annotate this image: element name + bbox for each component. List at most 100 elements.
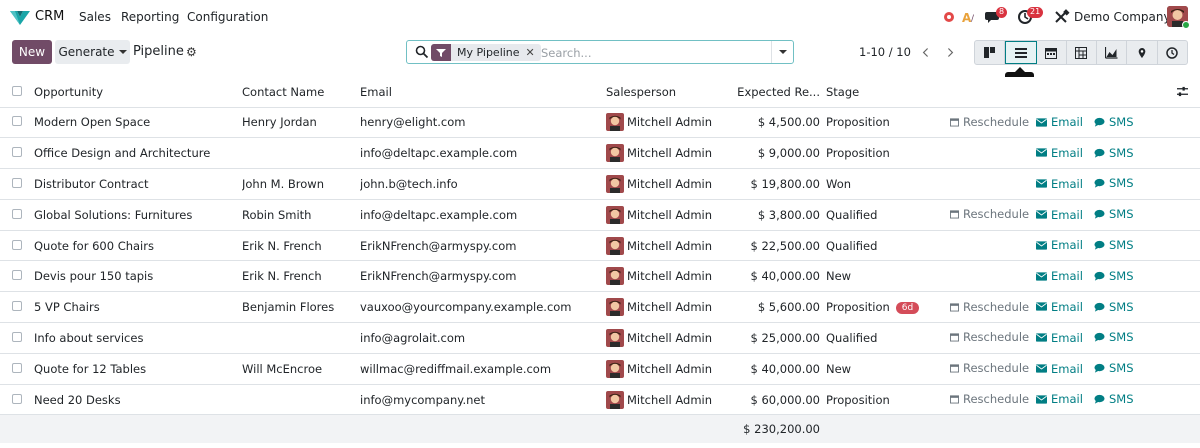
row-checkbox[interactable]: [12, 239, 22, 250]
row-checkbox[interactable]: [12, 116, 22, 127]
ai-icon[interactable]: A /: [961, 9, 979, 25]
cell-opportunity[interactable]: Devis pour 150 tapis: [30, 261, 242, 292]
optional-columns-toggle[interactable]: [1164, 77, 1200, 108]
cell-expected-revenue[interactable]: $ 4,500.00: [736, 107, 826, 138]
cell-stage[interactable]: New: [826, 353, 950, 384]
row-checkbox[interactable]: [12, 301, 22, 312]
cell-email[interactable]: ErikNFrench@armyspy.com: [360, 261, 606, 292]
pager-next-button[interactable]: [938, 40, 962, 64]
table-row[interactable]: Need 20 Desks info@mycompany.net Mitchel…: [0, 384, 1200, 415]
view-map-button[interactable]: [1127, 41, 1158, 64]
remove-facet-icon[interactable]: ✕: [526, 46, 541, 59]
cell-stage[interactable]: Qualified: [826, 199, 950, 230]
sms-action-button[interactable]: SMS: [1094, 330, 1134, 344]
cell-salesperson[interactable]: Mitchell Admin: [606, 107, 736, 138]
row-checkbox[interactable]: [12, 331, 22, 342]
email-action-button[interactable]: Email: [1036, 177, 1083, 191]
row-checkbox[interactable]: [12, 147, 22, 158]
view-pivot-button[interactable]: [1067, 41, 1098, 64]
sms-action-button[interactable]: SMS: [1094, 300, 1134, 314]
cell-expected-revenue[interactable]: $ 40,000.00: [736, 261, 826, 292]
tools-icon[interactable]: [1053, 9, 1071, 25]
row-checkbox[interactable]: [12, 362, 22, 373]
cell-expected-revenue[interactable]: $ 40,000.00: [736, 353, 826, 384]
reschedule-button[interactable]: Reschedule: [950, 361, 1029, 375]
cell-contact-name[interactable]: [242, 384, 360, 415]
cell-stage[interactable]: Won: [826, 169, 950, 200]
reschedule-button[interactable]: Reschedule: [950, 330, 1029, 344]
email-action-button[interactable]: Email: [1036, 392, 1083, 406]
cell-email[interactable]: info@agrolait.com: [360, 323, 606, 354]
cell-expected-revenue[interactable]: $ 5,600.00: [736, 292, 826, 323]
cell-stage[interactable]: Proposition: [826, 138, 950, 169]
new-button[interactable]: New: [12, 40, 52, 64]
cell-email[interactable]: john.b@tech.info: [360, 169, 606, 200]
table-row[interactable]: Quote for 12 Tables Will McEncroe willma…: [0, 353, 1200, 385]
cell-contact-name[interactable]: Erik N. French: [242, 230, 360, 261]
cell-expected-revenue[interactable]: $ 3,800.00: [736, 199, 826, 230]
cell-salesperson[interactable]: Mitchell Admin: [606, 353, 736, 384]
email-action-button[interactable]: Email: [1036, 362, 1083, 376]
search-options-toggle[interactable]: [771, 41, 793, 63]
cell-opportunity[interactable]: Quote for 12 Tables: [30, 353, 242, 384]
menu-reporting[interactable]: Reporting: [121, 10, 179, 24]
sms-action-button[interactable]: SMS: [1094, 238, 1134, 252]
cell-stage[interactable]: Proposition: [826, 384, 950, 415]
cell-salesperson[interactable]: Mitchell Admin: [606, 292, 736, 323]
email-action-button[interactable]: Email: [1036, 146, 1083, 160]
cell-email[interactable]: vauxoo@yourcompany.example.com: [360, 292, 606, 323]
email-action-button[interactable]: Email: [1036, 115, 1083, 129]
row-checkbox[interactable]: [12, 270, 22, 281]
cell-opportunity[interactable]: Global Solutions: Furnitures: [30, 199, 242, 230]
cell-opportunity[interactable]: Modern Open Space: [30, 107, 242, 138]
cell-contact-name[interactable]: John M. Brown: [242, 169, 360, 200]
row-checkbox[interactable]: [12, 393, 22, 404]
cell-expected-revenue[interactable]: $ 9,000.00: [736, 138, 826, 169]
cell-email[interactable]: info@mycompany.net: [360, 384, 606, 415]
email-action-button[interactable]: Email: [1036, 269, 1083, 283]
gear-icon[interactable]: ⚙: [186, 45, 197, 59]
email-action-button[interactable]: Email: [1036, 331, 1083, 345]
cell-salesperson[interactable]: Mitchell Admin: [606, 169, 736, 200]
cell-contact-name[interactable]: Henry Jordan: [242, 107, 360, 138]
pager-value[interactable]: 1-10 / 10: [859, 45, 911, 59]
cell-contact-name[interactable]: [242, 323, 360, 354]
cell-contact-name[interactable]: Robin Smith: [242, 199, 360, 230]
crm-logo-icon[interactable]: [10, 9, 30, 25]
search-icon[interactable]: [415, 45, 429, 59]
cell-salesperson[interactable]: Mitchell Admin: [606, 384, 736, 415]
cell-expected-revenue[interactable]: $ 22,500.00: [736, 230, 826, 261]
sms-action-button[interactable]: SMS: [1094, 392, 1134, 406]
cell-salesperson[interactable]: Mitchell Admin: [606, 199, 736, 230]
menu-configuration[interactable]: Configuration: [187, 10, 268, 24]
pager-previous-button[interactable]: [914, 40, 938, 64]
cell-salesperson[interactable]: Mitchell Admin: [606, 261, 736, 292]
search-input[interactable]: [541, 44, 771, 61]
reschedule-button[interactable]: Reschedule: [950, 115, 1029, 129]
cell-opportunity[interactable]: 5 VP Chairs: [30, 292, 242, 323]
email-action-button[interactable]: Email: [1036, 238, 1083, 252]
cell-email[interactable]: henry@elight.com: [360, 107, 606, 138]
cell-opportunity[interactable]: Need 20 Desks: [30, 384, 242, 415]
cell-email[interactable]: info@deltapc.example.com: [360, 138, 606, 169]
sms-action-button[interactable]: SMS: [1094, 361, 1134, 375]
cell-opportunity[interactable]: Info about services: [30, 323, 242, 354]
cell-contact-name[interactable]: Erik N. French: [242, 261, 360, 292]
table-row[interactable]: Distributor Contract John M. Brown john.…: [0, 169, 1200, 200]
view-graph-button[interactable]: [1097, 41, 1128, 64]
table-row[interactable]: Devis pour 150 tapis Erik N. French Erik…: [0, 261, 1200, 292]
cell-opportunity[interactable]: Distributor Contract: [30, 169, 242, 200]
cell-contact-name[interactable]: Will McEncroe: [242, 353, 360, 384]
reschedule-button[interactable]: Reschedule: [950, 392, 1029, 406]
cell-salesperson[interactable]: Mitchell Admin: [606, 323, 736, 354]
table-row[interactable]: Modern Open Space Henry Jordan henry@eli…: [0, 107, 1200, 138]
view-kanban-button[interactable]: [975, 41, 1006, 64]
reschedule-button[interactable]: Reschedule: [950, 300, 1029, 314]
cell-salesperson[interactable]: Mitchell Admin: [606, 230, 736, 261]
reschedule-button[interactable]: Reschedule: [950, 207, 1029, 221]
select-all-checkbox[interactable]: [12, 85, 22, 96]
column-email[interactable]: Email: [360, 77, 606, 108]
cell-email[interactable]: willmac@rediffmail.example.com: [360, 353, 606, 384]
sms-action-button[interactable]: SMS: [1094, 207, 1134, 221]
column-opportunity[interactable]: Opportunity: [30, 77, 242, 108]
